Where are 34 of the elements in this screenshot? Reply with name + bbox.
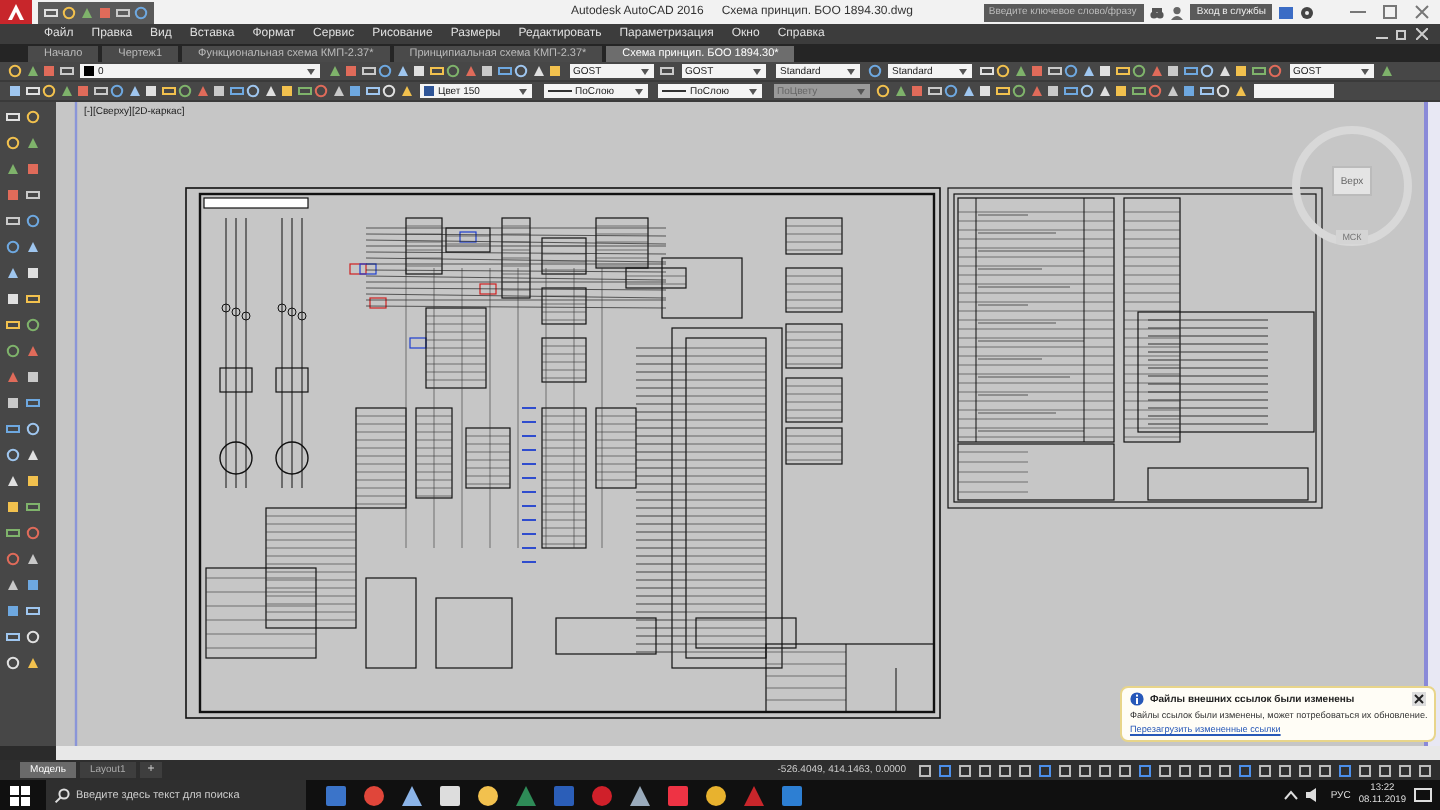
tool-icon[interactable] xyxy=(660,64,674,78)
search-icon xyxy=(54,787,70,803)
restore-icon[interactable] xyxy=(1396,28,1408,40)
caret-icon xyxy=(958,67,968,75)
line-sample-icon xyxy=(547,88,571,94)
caret-icon xyxy=(639,67,649,75)
binoculars-icon[interactable] xyxy=(1150,5,1165,19)
chevron-up-icon[interactable] xyxy=(1284,790,1299,800)
line-sample-icon xyxy=(662,88,686,94)
caret-icon xyxy=(633,87,643,95)
help-icon[interactable] xyxy=(1300,5,1314,19)
caret-icon xyxy=(748,87,758,95)
caret-icon xyxy=(518,87,528,95)
caret-icon xyxy=(306,67,316,75)
caret-icon xyxy=(855,87,865,95)
app-icon[interactable] xyxy=(476,783,500,807)
app-icon[interactable] xyxy=(438,783,462,807)
caret-icon xyxy=(846,67,856,75)
caret-icon xyxy=(1359,67,1369,75)
horizontal-scrollbar[interactable] xyxy=(56,746,1440,760)
close-icon[interactable] xyxy=(1412,692,1426,706)
app-icon[interactable] xyxy=(704,783,728,807)
windows-start-icon[interactable] xyxy=(10,785,30,805)
info-icon xyxy=(1130,692,1144,706)
viewcube-ring-icon[interactable] xyxy=(1288,122,1416,250)
color-swatch-icon xyxy=(424,86,434,96)
user-icon[interactable] xyxy=(1170,5,1185,19)
notifications-icon[interactable] xyxy=(1414,787,1432,803)
vertical-scrollbar[interactable] xyxy=(1424,102,1440,746)
app-logo-icon[interactable] xyxy=(0,0,32,24)
search-field[interactable] xyxy=(1254,84,1334,98)
caret-icon xyxy=(751,67,761,75)
color-swatch-icon xyxy=(84,66,94,76)
maximize-icon[interactable] xyxy=(1380,4,1400,20)
